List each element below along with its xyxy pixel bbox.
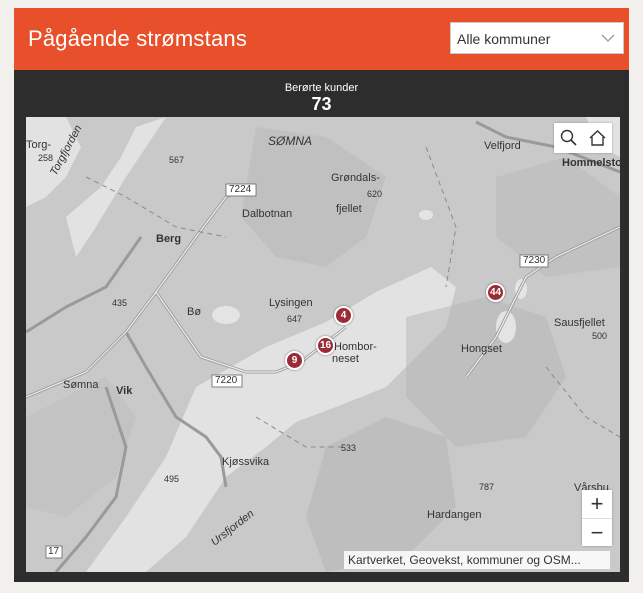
affected-customers-value: 73 [311, 94, 332, 114]
search-icon [560, 129, 577, 146]
place-label-elevation: 620 [367, 189, 383, 199]
zoom-in-button[interactable]: + [582, 490, 612, 518]
road-label-7220: 7220 [215, 375, 238, 386]
outage-marker[interactable]: 4 [334, 306, 353, 325]
municipality-select-value: Alle kommuner [457, 31, 551, 47]
home-button[interactable] [583, 123, 612, 153]
place-label-kjossvika: Kjøssvika [222, 456, 270, 468]
place-label-elevation: 258 [38, 153, 54, 163]
place-label-homborneset: Hombor- [334, 341, 377, 353]
map-attribution[interactable]: Kartverket, Geovekst, kommuner og OSM... [344, 551, 610, 569]
place-label-dalbotnan: Dalbotnan [242, 208, 293, 220]
place-label-elevation: 567 [169, 155, 185, 165]
place-label-grondals: Grøndals- [331, 172, 380, 184]
place-label-sausfjellet: Sausfjellet [554, 317, 605, 329]
zoom-control: + − [582, 490, 612, 546]
place-label-homborneset: neset [332, 353, 359, 365]
road-label-7224: 7224 [229, 184, 252, 195]
place-label-bo: Bø [187, 306, 202, 318]
map-toolbar [554, 123, 612, 153]
road-label-17: 17 [48, 546, 60, 557]
place-label-elevation: 787 [479, 482, 495, 492]
place-label-elevation: 435 [112, 298, 128, 308]
outage-panel: Pågående strømstans Alle kommuner Berørt… [14, 8, 629, 582]
place-label-elevation: 647 [287, 314, 303, 324]
place-label-torg: Torg- [26, 139, 52, 151]
place-label-fjellet: fjellet [336, 203, 362, 215]
search-button[interactable] [554, 123, 583, 153]
place-label-hardangen: Hardangen [427, 509, 482, 521]
home-icon [589, 130, 606, 146]
place-label-velfjord: Velfjord [484, 140, 521, 152]
outage-map[interactable]: 7224 7220 7230 17 Torg- 258 SØMNA Velfjo… [26, 117, 620, 572]
place-label-elevation: 533 [341, 443, 357, 453]
header-bar: Pågående strømstans Alle kommuner [14, 8, 629, 70]
place-label-lysingen: Lysingen [269, 297, 313, 309]
place-label-berg: Berg [156, 233, 182, 245]
place-label-hommelsto: Hommelsto [562, 157, 620, 169]
place-label-somna-region: SØMNA [268, 134, 313, 148]
outage-marker[interactable]: 44 [486, 283, 505, 302]
zoom-out-button[interactable]: − [582, 518, 612, 547]
chevron-down-icon [601, 34, 615, 42]
affected-customers-label: Berørte kunder [284, 82, 359, 94]
place-label-vik: Vik [116, 385, 133, 397]
page-title: Pågående strømstans [28, 26, 248, 51]
place-label-elevation: 500 [592, 331, 608, 341]
place-label-elevation: 495 [164, 474, 180, 484]
outage-marker[interactable]: 9 [285, 351, 304, 370]
outage-marker[interactable]: 16 [316, 336, 335, 355]
road-label-7230: 7230 [523, 255, 546, 266]
municipality-select[interactable]: Alle kommuner [450, 22, 624, 54]
place-label-hongset: Hongset [461, 343, 502, 355]
place-label-somna: Sømna [63, 379, 99, 391]
